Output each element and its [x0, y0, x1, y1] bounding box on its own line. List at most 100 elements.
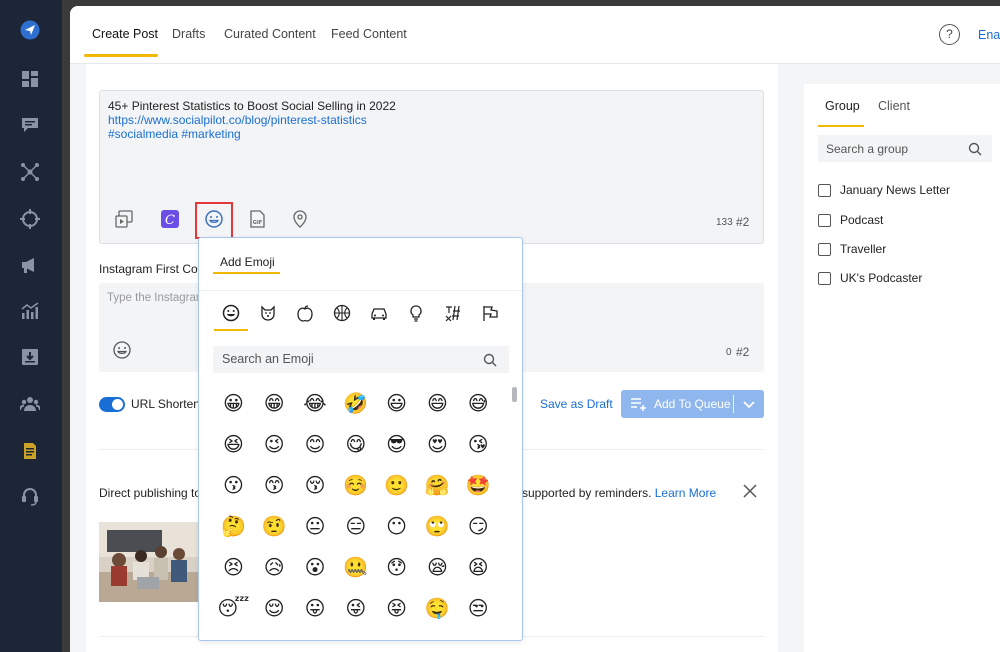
group-checkbox[interactable] — [818, 213, 831, 227]
emoji-option[interactable]: 🙂 — [376, 472, 417, 513]
location-icon[interactable] — [289, 208, 311, 230]
learn-more-link[interactable]: Learn More — [655, 486, 716, 500]
emoji-option[interactable]: 😑 — [335, 513, 376, 554]
team-icon[interactable] — [19, 393, 41, 415]
group-checkbox[interactable] — [818, 242, 831, 256]
flags-icon[interactable] — [480, 303, 500, 323]
chevron-down-icon[interactable] — [741, 395, 757, 413]
emoji-option[interactable]: 😣 — [213, 554, 254, 595]
connections-icon[interactable] — [19, 161, 41, 183]
dashboard-icon[interactable] — [19, 68, 41, 90]
emoji-option[interactable]: 😄 — [417, 390, 458, 431]
emoji-option[interactable]: 😥 — [254, 554, 295, 595]
emoji-icon[interactable] — [203, 208, 225, 230]
support-icon[interactable] — [19, 485, 41, 507]
group-search-placeholder: Search a group — [826, 142, 909, 156]
tab-group[interactable]: Group — [825, 99, 860, 113]
search-icon[interactable] — [968, 142, 982, 156]
smiley-icon[interactable] — [221, 303, 241, 323]
crosshair-icon[interactable] — [19, 208, 41, 230]
group-checkbox[interactable] — [818, 271, 831, 285]
gif-icon[interactable]: GIF — [246, 208, 268, 230]
emoji-option[interactable]: 😋 — [335, 431, 376, 472]
post-title-text: 45+ Pinterest Statistics to Boost Social… — [108, 99, 396, 113]
emoji-option[interactable]: 😌 — [254, 595, 295, 636]
emoji-option[interactable]: 😃 — [376, 390, 417, 431]
group-item[interactable]: January News Letter — [818, 182, 950, 198]
emoji-option[interactable]: 🤣 — [335, 390, 376, 431]
tab-create-post[interactable]: Create Post — [92, 27, 158, 41]
emoji-option[interactable]: 😂 — [295, 390, 336, 431]
group-item[interactable]: UK's Podcaster — [818, 270, 922, 286]
add-to-queue-button[interactable]: Add To Queue — [621, 390, 764, 418]
symbols-icon[interactable] — [443, 303, 463, 323]
tab-drafts[interactable]: Drafts — [172, 27, 205, 41]
emoji-option[interactable]: 🤗 — [417, 472, 458, 513]
send-icon[interactable] — [19, 19, 41, 41]
emoji-scrollbar[interactable] — [512, 387, 517, 402]
post-hashtags[interactable]: #socialmedia #marketing — [108, 127, 396, 141]
post-text[interactable]: 45+ Pinterest Statistics to Boost Social… — [108, 99, 396, 141]
emoji-option[interactable]: 😫 — [458, 554, 499, 595]
analytics-icon[interactable] — [19, 300, 41, 322]
emoji-option[interactable]: 😒 — [458, 595, 499, 636]
help-icon[interactable]: ? — [939, 24, 960, 45]
tab-feed-content[interactable]: Feed Content — [331, 27, 407, 41]
post-url[interactable]: https://www.socialpilot.co/blog/pinteres… — [108, 113, 396, 127]
ig-emoji-icon[interactable] — [111, 339, 133, 361]
sports-icon[interactable] — [332, 303, 352, 323]
emoji-option[interactable]: 🤨 — [254, 513, 295, 554]
emoji-option[interactable]: 🙄 — [417, 513, 458, 554]
media-icon[interactable] — [113, 208, 135, 230]
emoji-option[interactable]: 😘 — [458, 431, 499, 472]
emoji-option[interactable]: 😙 — [254, 472, 295, 513]
emoji-option[interactable]: 🤐 — [335, 554, 376, 595]
enable-link[interactable]: Enal — [978, 28, 1000, 42]
emoji-search-input[interactable]: Search an Emoji — [213, 346, 509, 373]
messages-icon[interactable] — [19, 114, 41, 136]
tab-client[interactable]: Client — [878, 99, 910, 113]
download-icon[interactable] — [19, 346, 41, 368]
tab-curated-content[interactable]: Curated Content — [224, 27, 316, 41]
car-icon[interactable] — [369, 303, 389, 323]
group-checkbox[interactable] — [818, 183, 831, 197]
emoji-option[interactable]: 😯 — [376, 554, 417, 595]
emoji-option[interactable]: 😝 — [376, 595, 417, 636]
document-icon[interactable] — [19, 440, 41, 462]
emoji-option[interactable]: 😍 — [417, 431, 458, 472]
emoji-option[interactable]: 😅 — [458, 390, 499, 431]
emoji-option[interactable]: 😆 — [213, 431, 254, 472]
post-editor[interactable]: 45+ Pinterest Statistics to Boost Social… — [99, 90, 764, 244]
emoji-option[interactable]: 😜 — [335, 595, 376, 636]
group-item[interactable]: Traveller — [818, 241, 886, 257]
emoji-option[interactable]: 🤤 — [417, 595, 458, 636]
search-icon[interactable] — [483, 353, 497, 367]
emoji-option[interactable]: 😉 — [254, 431, 295, 472]
group-item[interactable]: Podcast — [818, 212, 883, 228]
emoji-option[interactable]: 😀 — [213, 390, 254, 431]
emoji-option[interactable]: 😎 — [376, 431, 417, 472]
emoji-option[interactable]: 😊 — [295, 431, 336, 472]
emoji-option[interactable]: 😗 — [213, 472, 254, 513]
canva-icon[interactable]: C — [159, 208, 181, 230]
emoji-option[interactable]: 😐 — [295, 513, 336, 554]
animal-icon[interactable] — [258, 303, 278, 323]
url-shortening-toggle[interactable] — [99, 397, 125, 412]
megaphone-icon[interactable] — [19, 254, 41, 276]
emoji-option[interactable]: 😴 — [213, 595, 254, 636]
emoji-option[interactable]: 😮 — [295, 554, 336, 595]
emoji-option[interactable]: 😪 — [417, 554, 458, 595]
emoji-option[interactable]: 😶 — [376, 513, 417, 554]
group-search-input[interactable]: Search a group — [818, 135, 992, 162]
emoji-option[interactable]: 😁 — [254, 390, 295, 431]
emoji-option[interactable]: 😚 — [295, 472, 336, 513]
food-icon[interactable] — [295, 303, 315, 323]
emoji-option[interactable]: 😛 — [295, 595, 336, 636]
emoji-option[interactable]: ☺️ — [335, 472, 376, 513]
close-icon[interactable] — [741, 482, 759, 500]
emoji-option[interactable]: 🤩 — [458, 472, 499, 513]
bulb-icon[interactable] — [406, 303, 426, 323]
emoji-option[interactable]: 🤔 — [213, 513, 254, 554]
save-draft-button[interactable]: Save as Draft — [540, 397, 613, 411]
emoji-option[interactable]: 😏 — [458, 513, 499, 554]
